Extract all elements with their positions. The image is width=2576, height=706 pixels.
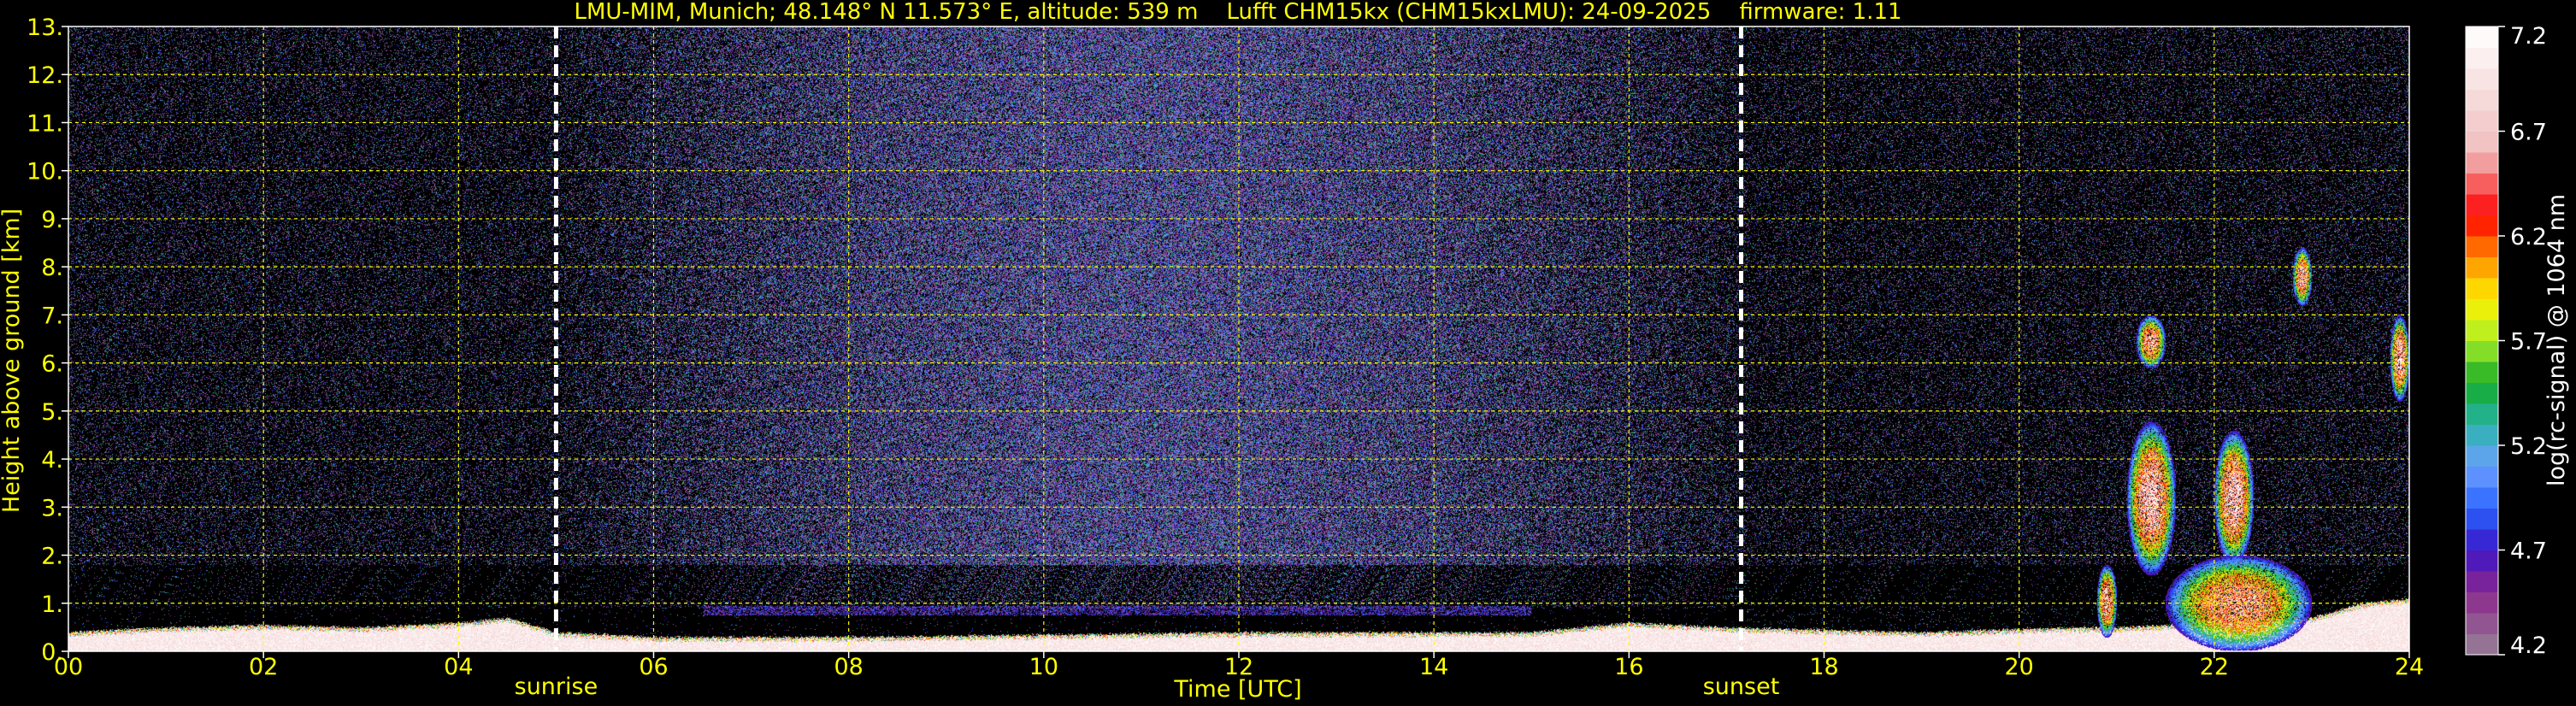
grid-lines (68, 26, 2409, 651)
colorbar-band (2466, 152, 2498, 174)
colorbar-band (2466, 403, 2498, 425)
x-tick-label: 24 (2395, 654, 2424, 680)
y-tick-label: 4. (41, 447, 63, 474)
lidar-ceilometer-chart: 0.1.2.3.4.5.6.7.8.9.10.11.12.13. 00 02 04 0… (0, 0, 2570, 703)
y-tick-label: 9. (41, 207, 63, 233)
colorbar-band (2466, 508, 2498, 530)
y-tick-label: 7. (41, 303, 63, 329)
x-tick-label: 08 (834, 654, 863, 680)
colorbar-tick-label: 5.2 (2510, 433, 2547, 460)
colorbar-band (2466, 424, 2498, 446)
colorbar-tick-label: 5.7 (2510, 329, 2547, 356)
x-tick-label: 06 (639, 654, 668, 680)
x-tick-label: 18 (1809, 654, 1838, 680)
y-tick-label: 1. (41, 591, 63, 618)
x-tick-label: 04 (444, 654, 473, 680)
colorbar-band (2466, 68, 2498, 90)
x-tick-label: 14 (1419, 654, 1448, 680)
y-tick-label: 12. (27, 62, 63, 89)
sunrise-sunset-lines (553, 26, 1744, 651)
y-tick-label: 2. (41, 544, 63, 570)
colorbar-tick-label: 4.2 (2510, 632, 2547, 659)
colorbar-band (2466, 445, 2498, 467)
colorbar-tick-label: 4.7 (2510, 538, 2547, 565)
colorbar-band (2466, 340, 2498, 362)
colorbar-band (2466, 47, 2498, 69)
y-tick-label: 8. (41, 255, 63, 281)
colorbar-band (2466, 173, 2498, 195)
colorbar-band (2466, 362, 2498, 383)
time-annotations: sunrise sunset (515, 674, 1780, 700)
colorbar-tick-label: 6.7 (2510, 120, 2547, 146)
colorbar-band (2466, 466, 2498, 488)
sunrise-label: sunrise (515, 674, 598, 700)
colorbar-band (2466, 131, 2498, 153)
colorbar-band (2466, 487, 2498, 509)
colorbar-band (2466, 89, 2498, 111)
colorbar (2465, 26, 2499, 656)
chart-title: LMU-MIM, Munich; 48.148° N 11.573° E, al… (574, 0, 1901, 25)
x-tick-label: 00 (54, 654, 83, 680)
colorbar-band (2466, 633, 2498, 656)
colorbar-ticks: 4.2 4.7 5.2 5.7 6.2 6.7 7.2 (2498, 23, 2547, 659)
y-tick-label: 13. (27, 15, 63, 41)
x-tick-label: 16 (1614, 654, 1643, 680)
colorbar-label: log(rc-signal) @ 1064 nm (2544, 194, 2570, 486)
colorbar-band (2466, 591, 2498, 614)
colorbar-band (2466, 110, 2498, 132)
x-tick-label: 02 (249, 654, 278, 680)
x-tick-label: 20 (2004, 654, 2033, 680)
colorbar-band (2466, 215, 2498, 237)
x-axis-label: Time [UTC] (1173, 676, 1301, 703)
colorbar-band (2466, 613, 2498, 634)
colorbar-band (2466, 298, 2498, 321)
colorbar-band (2466, 278, 2498, 299)
y-tick-label: 11. (27, 110, 63, 137)
colorbar-band (2466, 529, 2498, 550)
colorbar-band (2466, 236, 2498, 257)
colorbar-band (2466, 194, 2498, 215)
y-axis-label: Height above ground [km] (0, 209, 25, 513)
y-tick-label: 5. (41, 399, 63, 426)
colorbar-band (2466, 382, 2498, 404)
y-axis-ticks: 0.1.2.3.4.5.6.7.8.9.10.11.12.13. (27, 15, 68, 666)
y-tick-label: 6. (41, 351, 63, 378)
colorbar-tick-label: 6.2 (2510, 224, 2547, 250)
colorbar-band (2466, 571, 2498, 592)
colorbar-band (2466, 256, 2498, 279)
y-tick-label: 3. (41, 495, 63, 521)
colorbar-band (2466, 26, 2498, 48)
colorbar-band (2466, 320, 2498, 341)
colorbar-band (2466, 550, 2498, 572)
x-tick-label: 22 (2200, 654, 2229, 680)
colorbar-tick-label: 7.2 (2510, 23, 2547, 50)
x-tick-label: 10 (1029, 654, 1058, 680)
sunset-label: sunset (1703, 674, 1780, 700)
plot-frame (68, 26, 2410, 652)
y-tick-label: 10. (27, 159, 63, 185)
